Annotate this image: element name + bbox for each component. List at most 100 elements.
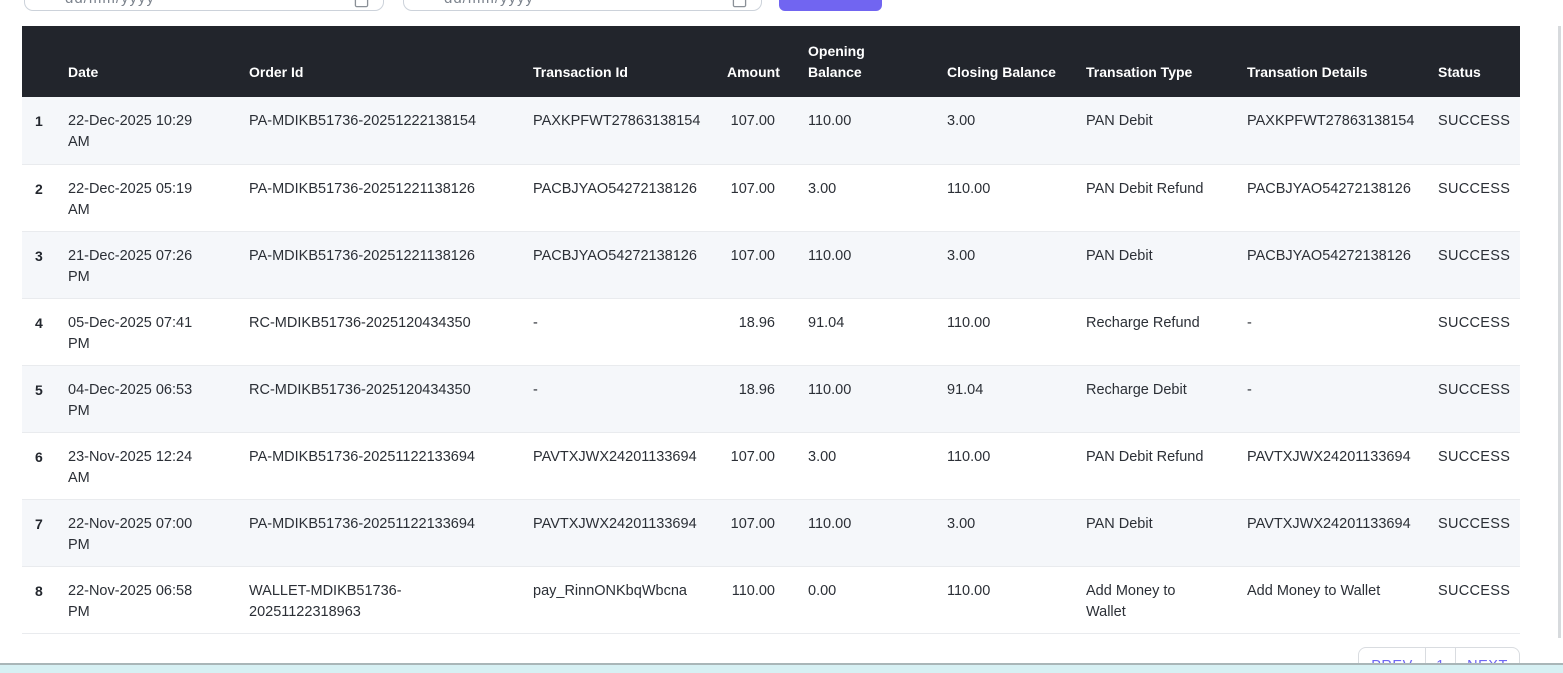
row-number: 3: [22, 231, 68, 298]
column-header-status: Status: [1438, 26, 1520, 97]
cell-transation-type: PAN Debit Refund: [1086, 164, 1247, 231]
cell-order-id: RC-MDIKB51736-2025120434350: [249, 298, 533, 365]
cell-transation-type: Add Money to Wallet: [1086, 566, 1247, 633]
cell-amount: 107.00: [727, 164, 808, 231]
cell-date: 23-Nov-2025 12:24 AM: [68, 432, 249, 499]
cell-date: 04-Dec-2025 06:53 PM: [68, 365, 249, 432]
cell-transation-type: Recharge Refund: [1086, 298, 1247, 365]
status-badge: SUCCESS: [1438, 164, 1520, 231]
cell-closing-balance: 110.00: [947, 164, 1086, 231]
cell-transaction-id: PACBJYAO54272138126: [533, 164, 727, 231]
row-number: 1: [22, 97, 68, 164]
cell-transation-type: PAN Debit: [1086, 97, 1247, 164]
cell-closing-balance: 3.00: [947, 97, 1086, 164]
cell-order-id: PA-MDIKB51736-20251221138126: [249, 164, 533, 231]
cell-amount: 107.00: [727, 499, 808, 566]
cell-opening-balance: 110.00: [808, 231, 947, 298]
cell-date: 21-Dec-2025 07:26 PM: [68, 231, 249, 298]
cell-closing-balance: 91.04: [947, 365, 1086, 432]
cell-date: 22-Nov-2025 07:00 PM: [68, 499, 249, 566]
cell-date: 22-Dec-2025 10:29 AM: [68, 97, 249, 164]
cell-transation-type: PAN Debit Refund: [1086, 432, 1247, 499]
status-badge: SUCCESS: [1438, 365, 1520, 432]
row-number: 2: [22, 164, 68, 231]
cell-amount: 107.00: [727, 231, 808, 298]
cell-transation-type: PAN Debit: [1086, 499, 1247, 566]
status-badge: SUCCESS: [1438, 566, 1520, 633]
cell-date: 22-Nov-2025 06:58 PM: [68, 566, 249, 633]
cell-amount: 110.00: [727, 566, 808, 633]
search-button[interactable]: [779, 0, 882, 11]
cell-amount: 18.96: [727, 365, 808, 432]
table-header: Date Order Id Transaction Id Amount Open…: [22, 26, 1520, 97]
column-header-date: Date: [68, 26, 249, 97]
cell-transation-details: PAVTXJWX24201133694: [1247, 432, 1438, 499]
cell-opening-balance: 110.00: [808, 97, 947, 164]
column-header-transaction-id: Transaction Id: [533, 26, 727, 97]
cell-transation-details: PACBJYAO54272138126: [1247, 231, 1438, 298]
row-number: 8: [22, 566, 68, 633]
cell-transaction-id: PAVTXJWX24201133694: [533, 499, 727, 566]
table-row: 5 04-Dec-2025 06:53 PM RC-MDIKB51736-202…: [22, 365, 1520, 432]
cell-order-id: PA-MDIKB51736-20251122133694: [249, 432, 533, 499]
cell-transaction-id: -: [533, 298, 727, 365]
column-header-index: [22, 26, 68, 97]
cell-transation-details: PACBJYAO54272138126: [1247, 164, 1438, 231]
cell-opening-balance: 91.04: [808, 298, 947, 365]
cell-transaction-id: PAVTXJWX24201133694: [533, 432, 727, 499]
calendar-icon[interactable]: [354, 0, 369, 8]
cell-transation-details: -: [1247, 365, 1438, 432]
scrollbar-track[interactable]: [1558, 26, 1561, 638]
row-number: 5: [22, 365, 68, 432]
cell-transaction-id: PAXKPFWT27863138154: [533, 97, 727, 164]
cell-transation-details: -: [1247, 298, 1438, 365]
status-badge: SUCCESS: [1438, 432, 1520, 499]
to-date-input[interactable]: dd/mm/yyyy: [403, 0, 762, 11]
cell-date: 05-Dec-2025 07:41 PM: [68, 298, 249, 365]
cell-transation-details: PAVTXJWX24201133694: [1247, 499, 1438, 566]
status-badge: SUCCESS: [1438, 231, 1520, 298]
table-row: 7 22-Nov-2025 07:00 PM PA-MDIKB51736-202…: [22, 499, 1520, 566]
cell-order-id: PA-MDIKB51736-20251221138126: [249, 231, 533, 298]
cell-closing-balance: 110.00: [947, 566, 1086, 633]
from-date-input[interactable]: dd/mm/yyyy: [24, 0, 384, 11]
cell-transation-details: PAXKPFWT27863138154: [1247, 97, 1438, 164]
row-number: 7: [22, 499, 68, 566]
cell-order-id: PA-MDIKB51736-20251122133694: [249, 499, 533, 566]
cell-opening-balance: 110.00: [808, 499, 947, 566]
status-badge: SUCCESS: [1438, 97, 1520, 164]
cell-opening-balance: 3.00: [808, 432, 947, 499]
cell-amount: 107.00: [727, 97, 808, 164]
table-row: 1 22-Dec-2025 10:29 AM PA-MDIKB51736-202…: [22, 97, 1520, 164]
cell-order-id: RC-MDIKB51736-2025120434350: [249, 365, 533, 432]
row-number: 6: [22, 432, 68, 499]
cell-transation-details: Add Money to Wallet: [1247, 566, 1438, 633]
cell-opening-balance: 0.00: [808, 566, 947, 633]
table-body: 1 22-Dec-2025 10:29 AM PA-MDIKB51736-202…: [22, 97, 1520, 633]
row-number: 4: [22, 298, 68, 365]
to-date-placeholder: dd/mm/yyyy: [444, 0, 534, 7]
bottom-scrollbar-bar[interactable]: [0, 663, 1563, 673]
cell-transaction-id: -: [533, 365, 727, 432]
cell-opening-balance: 110.00: [808, 365, 947, 432]
cell-date: 22-Dec-2025 05:19 AM: [68, 164, 249, 231]
table-row: 3 21-Dec-2025 07:26 PM PA-MDIKB51736-202…: [22, 231, 1520, 298]
cell-amount: 107.00: [727, 432, 808, 499]
cell-order-id: WALLET-MDIKB51736-20251122318963: [249, 566, 533, 633]
cell-closing-balance: 3.00: [947, 231, 1086, 298]
cell-amount: 18.96: [727, 298, 808, 365]
column-header-amount: Amount: [727, 26, 808, 97]
from-date-placeholder: dd/mm/yyyy: [65, 0, 155, 7]
cell-closing-balance: 110.00: [947, 432, 1086, 499]
column-header-transation-details: Transation Details: [1247, 26, 1438, 97]
cell-opening-balance: 3.00: [808, 164, 947, 231]
cell-transaction-id: pay_RinnONKbqWbcna: [533, 566, 727, 633]
cell-closing-balance: 3.00: [947, 499, 1086, 566]
cell-order-id: PA-MDIKB51736-20251222138154: [249, 97, 533, 164]
column-header-closing-balance: Closing Balance: [947, 26, 1086, 97]
column-header-opening-balance: Opening Balance: [808, 26, 947, 97]
table-row: 4 05-Dec-2025 07:41 PM RC-MDIKB51736-202…: [22, 298, 1520, 365]
column-header-transation-type: Transation Type: [1086, 26, 1247, 97]
calendar-icon[interactable]: [732, 0, 747, 8]
cell-transaction-id: PACBJYAO54272138126: [533, 231, 727, 298]
